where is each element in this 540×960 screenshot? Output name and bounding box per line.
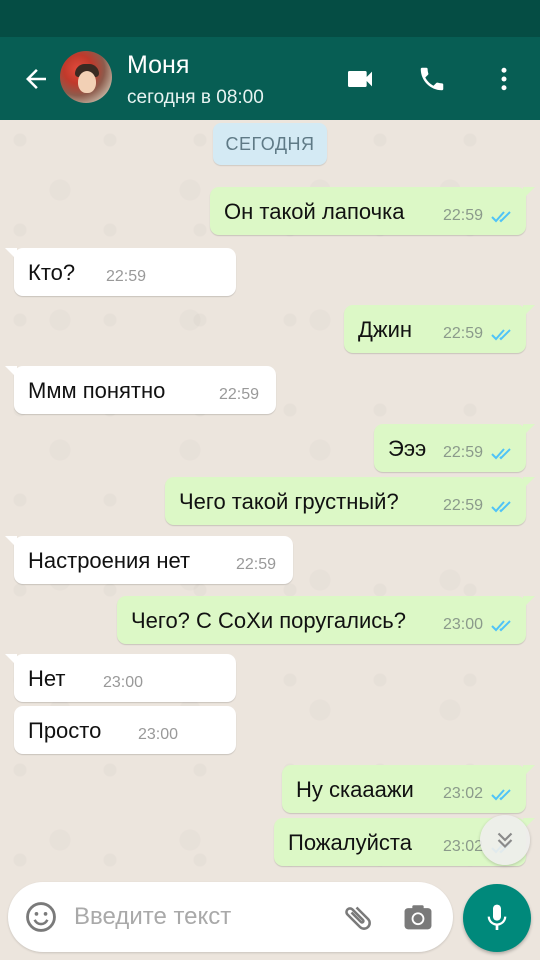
message-time: 23:02 — [443, 785, 484, 802]
outgoing-message[interactable]: Чего? С СоХи поругались? 23:00 — [117, 596, 535, 644]
message-time: 22:59 — [236, 556, 277, 573]
video-call-button[interactable] — [338, 57, 382, 101]
double-check-icon — [491, 501, 511, 513]
message-time: 22:59 — [443, 325, 484, 342]
voice-message-button[interactable] — [463, 884, 531, 952]
incoming-message[interactable]: Ммм понятно 22:59 — [5, 366, 276, 414]
emoji-icon — [26, 902, 56, 932]
scroll-to-bottom-button[interactable] — [480, 815, 530, 865]
message-time: 22:59 — [219, 386, 260, 403]
arrow-left-icon — [26, 69, 46, 89]
incoming-message[interactable]: Настроения нет 22:59 — [5, 536, 293, 584]
message-text: Джин — [358, 317, 413, 342]
back-button[interactable] — [14, 57, 58, 101]
double-check-icon — [491, 329, 511, 341]
avatar-face — [78, 71, 96, 93]
message-text: Пожалуйста — [288, 830, 412, 855]
phone-icon — [420, 67, 444, 91]
chat-header: Моня сегодня в 08:00 — [0, 37, 540, 120]
double-check-icon — [491, 211, 511, 223]
microphone-icon — [487, 904, 507, 930]
message-time: 22:59 — [443, 444, 484, 461]
outgoing-message[interactable]: Чего такой грустный? 22:59 — [165, 477, 535, 525]
status-bar — [0, 0, 540, 37]
chevron-double-down-icon — [497, 832, 513, 849]
emoji-button[interactable] — [22, 898, 60, 936]
message-time: 23:02 — [443, 838, 484, 855]
message-text: Он такой лапочка — [224, 199, 405, 224]
message-text: Ну скааажи — [296, 777, 414, 802]
message-text: Просто — [28, 718, 102, 743]
message-time: 22:59 — [443, 207, 484, 224]
message-composer — [8, 882, 453, 952]
avatar[interactable] — [60, 51, 112, 103]
outgoing-message[interactable]: Джин 22:59 — [344, 305, 535, 353]
incoming-message[interactable]: Просто 23:00 — [14, 706, 236, 754]
double-check-icon — [491, 448, 511, 460]
message-time: 23:00 — [443, 616, 484, 633]
attach-button[interactable] — [338, 898, 378, 938]
voice-call-button[interactable] — [410, 57, 454, 101]
incoming-message[interactable]: Кто? 22:59 — [5, 248, 236, 296]
message-time: 23:00 — [103, 674, 144, 691]
message-text: Чего? С СоХи поругались? — [131, 608, 406, 633]
message-time: 23:00 — [138, 726, 179, 743]
paperclip-icon — [345, 906, 371, 930]
message-text: Кто? — [28, 260, 76, 285]
outgoing-message[interactable]: Он такой лапочка 22:59 — [210, 187, 535, 235]
message-list[interactable]: СЕГОДНЯ Он такой лапочка 22:59 Кто? 22:5… — [0, 120, 540, 880]
date-separator: СЕГОДНЯ — [213, 123, 327, 165]
double-check-icon — [491, 620, 511, 632]
message-text: Эээ — [388, 436, 427, 461]
message-text: Ммм понятно — [28, 378, 166, 403]
incoming-message[interactable]: Нет 23:00 — [5, 654, 236, 702]
message-time: 22:59 — [443, 497, 484, 514]
contact-last-seen: сегодня в 08:00 — [127, 87, 264, 108]
more-options-button[interactable] — [482, 57, 526, 101]
outgoing-message[interactable]: Эээ 22:59 — [374, 424, 535, 472]
more-vertical-icon — [501, 67, 507, 91]
message-text: Чего такой грустный? — [179, 489, 399, 514]
message-time: 22:59 — [106, 268, 147, 285]
message-input[interactable] — [74, 896, 334, 938]
contact-name[interactable]: Моня — [127, 51, 189, 80]
video-camera-icon — [348, 71, 372, 87]
message-text: Нет — [28, 666, 66, 691]
double-check-icon — [491, 789, 511, 801]
camera-button[interactable] — [398, 898, 438, 938]
outgoing-message[interactable]: Ну скааажи 23:02 — [282, 765, 535, 813]
message-text: Настроения нет — [28, 548, 191, 573]
camera-icon — [404, 905, 432, 930]
